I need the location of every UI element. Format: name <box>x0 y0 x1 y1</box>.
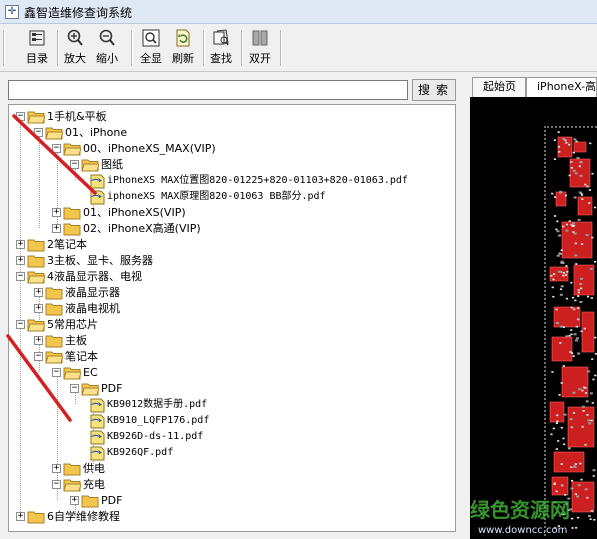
annotation-overlay <box>6 114 97 422</box>
